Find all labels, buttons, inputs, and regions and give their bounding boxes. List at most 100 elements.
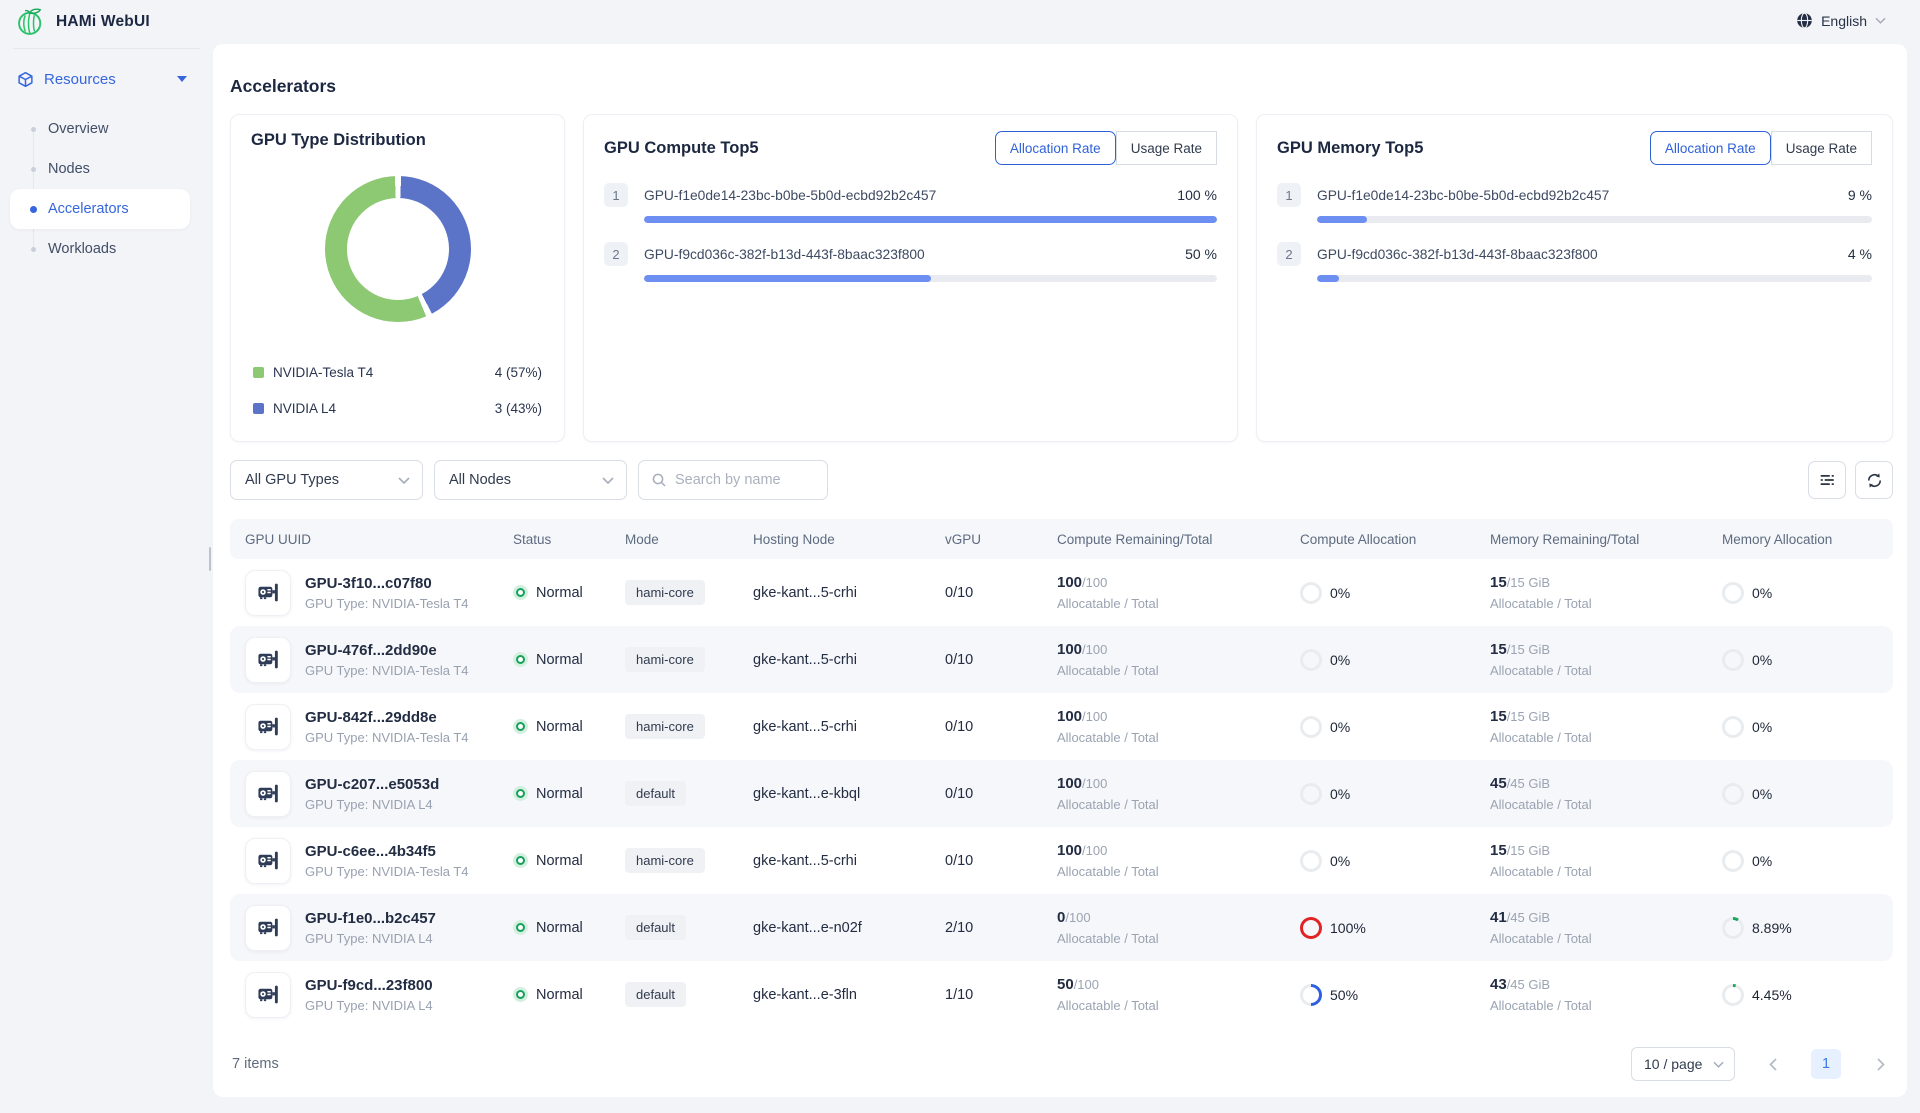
mode-tag: default <box>625 915 686 940</box>
compute-allocation-ring <box>1300 649 1322 671</box>
chevron-down-icon <box>1713 1061 1724 1068</box>
item-dot-icon <box>31 247 36 252</box>
memory-allocation-value: 4.45% <box>1752 987 1792 1003</box>
vgpu-cell: 0/10 <box>945 585 1057 601</box>
sidebar-item[interactable]: Accelerators <box>10 189 190 229</box>
gpu-memory-top5-card: GPU Memory Top5 Allocation Rate Usage Ra… <box>1256 114 1893 442</box>
compute-allocation-ring <box>1300 783 1322 805</box>
cube-icon <box>17 71 34 88</box>
rate-value: 9 % <box>1848 187 1872 203</box>
table-header: GPU UUID Status Mode Hosting Node vGPU C… <box>230 519 1893 559</box>
item-dot-icon <box>30 206 37 213</box>
top5-row: 2 GPU-f9cd036c-382f-b13d-443f-8baac323f8… <box>604 242 1217 282</box>
table-row[interactable]: GPU-f9cd...23f800 GPU Type: NVIDIA L4 No… <box>230 961 1893 1028</box>
mode-cell: default <box>625 781 753 806</box>
prev-page-button[interactable] <box>1761 1058 1785 1071</box>
gpu-type-select-value: All GPU Types <box>245 472 339 488</box>
gpu-uuid-cell: GPU-842f...29dd8e GPU Type: NVIDIA-Tesla… <box>230 704 513 750</box>
memory-total: /15 GiB <box>1507 709 1550 724</box>
items-count: 7 items <box>232 1056 279 1072</box>
page-size-select[interactable]: 10 / page <box>1631 1047 1735 1081</box>
gpu-uuid-cell: GPU-3f10...c07f80 GPU Type: NVIDIA-Tesla… <box>230 570 513 616</box>
table-row[interactable]: GPU-3f10...c07f80 GPU Type: NVIDIA-Tesla… <box>230 559 1893 626</box>
status-cell: Normal <box>513 719 625 735</box>
app-title: HAMi WebUI <box>56 13 150 31</box>
vgpu-cell: 2/10 <box>945 920 1057 936</box>
compute-allocation-cell: 0% <box>1300 582 1490 604</box>
gpu-uuid: GPU-c207...e5053d <box>305 776 439 793</box>
rate-toggle-button[interactable]: Allocation Rate <box>1650 131 1771 165</box>
sidebar-item[interactable]: Overview <box>10 109 190 149</box>
gpu-uuid: GPU-f9cd...23f800 <box>305 977 433 994</box>
refresh-button[interactable] <box>1855 461 1893 499</box>
memory-allocation-cell: 4.45% <box>1722 984 1893 1006</box>
memory-allocation-cell: 0% <box>1722 716 1893 738</box>
memory-allocation-ring <box>1722 582 1744 604</box>
caret-down-icon <box>177 76 187 82</box>
table-row[interactable]: GPU-c6ee...4b34f5 GPU Type: NVIDIA-Tesla… <box>230 827 1893 894</box>
gpu-type-select[interactable]: All GPU Types <box>230 460 423 500</box>
mode-tag: default <box>625 781 686 806</box>
table-row[interactable]: GPU-f1e0...b2c457 GPU Type: NVIDIA L4 No… <box>230 894 1893 961</box>
sidebar-item[interactable]: Nodes <box>10 149 190 189</box>
status-text: Normal <box>536 920 583 936</box>
memory-allocatable: 15 <box>1490 574 1507 591</box>
compute-allocation-value: 0% <box>1330 853 1350 869</box>
memory-allocation-ring <box>1722 917 1744 939</box>
vgpu-cell: 1/10 <box>945 987 1057 1003</box>
rate-value: 50 % <box>1185 246 1217 262</box>
rate-toggle-button[interactable]: Usage Rate <box>1771 131 1872 165</box>
memory-remaining-cell: 15/15 GiB Allocatable / Total <box>1490 574 1722 611</box>
chevron-down-icon <box>602 477 614 484</box>
compute-allocation-value: 0% <box>1330 585 1350 601</box>
rate-toggle-button[interactable]: Allocation Rate <box>995 131 1116 165</box>
column-settings-button[interactable] <box>1808 461 1846 499</box>
table-row[interactable]: GPU-c207...e5053d GPU Type: NVIDIA L4 No… <box>230 760 1893 827</box>
rate-progress-bar <box>644 216 1217 223</box>
allocatable-total-label: Allocatable / Total <box>1490 998 1722 1013</box>
gpu-uuid-cell: GPU-c207...e5053d GPU Type: NVIDIA L4 <box>230 771 513 817</box>
search-input[interactable] <box>675 472 815 488</box>
compute-allocation-value: 100% <box>1330 920 1366 936</box>
mode-tag: hami-core <box>625 848 705 873</box>
node-select[interactable]: All Nodes <box>434 460 627 500</box>
rank-badge: 1 <box>1277 183 1301 207</box>
mode-cell: hami-core <box>625 848 753 873</box>
memory-allocation-ring <box>1722 716 1744 738</box>
table-row[interactable]: GPU-842f...29dd8e GPU Type: NVIDIA-Tesla… <box>230 693 1893 760</box>
compute-total: /100 <box>1082 709 1107 724</box>
compute-allocation-ring <box>1300 850 1322 872</box>
next-page-button[interactable] <box>1869 1058 1893 1071</box>
compute-total: /100 <box>1074 977 1099 992</box>
memory-allocation-ring <box>1722 649 1744 671</box>
memory-allocation-value: 0% <box>1752 786 1772 802</box>
legend-swatch <box>253 403 264 414</box>
legend-row: NVIDIA-Tesla T4 4 (57%) <box>253 354 542 390</box>
allocatable-total-label: Allocatable / Total <box>1490 864 1722 879</box>
card-title: GPU Type Distribution <box>251 131 426 150</box>
allocatable-total-label: Allocatable / Total <box>1490 663 1722 678</box>
compute-allocatable: 100 <box>1057 842 1082 859</box>
sidebar-section-resources[interactable]: Resources <box>0 59 213 99</box>
language-switcher[interactable]: English <box>1796 12 1886 29</box>
rank-badge: 2 <box>604 242 628 266</box>
gpu-uuid-cell: GPU-f9cd...23f800 GPU Type: NVIDIA L4 <box>230 972 513 1018</box>
column-header: GPU UUID <box>230 532 513 547</box>
sidebar-item[interactable]: Workloads <box>10 229 190 269</box>
legend-label: NVIDIA L4 <box>273 401 336 416</box>
compute-allocation-cell: 50% <box>1300 984 1490 1006</box>
gpu-card-icon <box>245 704 291 750</box>
vgpu-cell: 0/10 <box>945 652 1057 668</box>
page-number-button[interactable]: 1 <box>1811 1049 1841 1079</box>
compute-remaining-cell: 100/100 Allocatable / Total <box>1057 574 1300 611</box>
memory-remaining-cell: 15/15 GiB Allocatable / Total <box>1490 708 1722 745</box>
gpu-card-icon <box>245 570 291 616</box>
compute-remaining-cell: 100/100 Allocatable / Total <box>1057 775 1300 812</box>
chevron-down-icon <box>1875 17 1886 24</box>
rate-toggle-group: Allocation Rate Usage Rate <box>995 131 1217 165</box>
rate-toggle-button[interactable]: Usage Rate <box>1116 131 1217 165</box>
allocatable-total-label: Allocatable / Total <box>1057 730 1300 745</box>
rate-value: 4 % <box>1848 246 1872 262</box>
memory-allocation-ring <box>1722 783 1744 805</box>
table-row[interactable]: GPU-476f...2dd90e GPU Type: NVIDIA-Tesla… <box>230 626 1893 693</box>
